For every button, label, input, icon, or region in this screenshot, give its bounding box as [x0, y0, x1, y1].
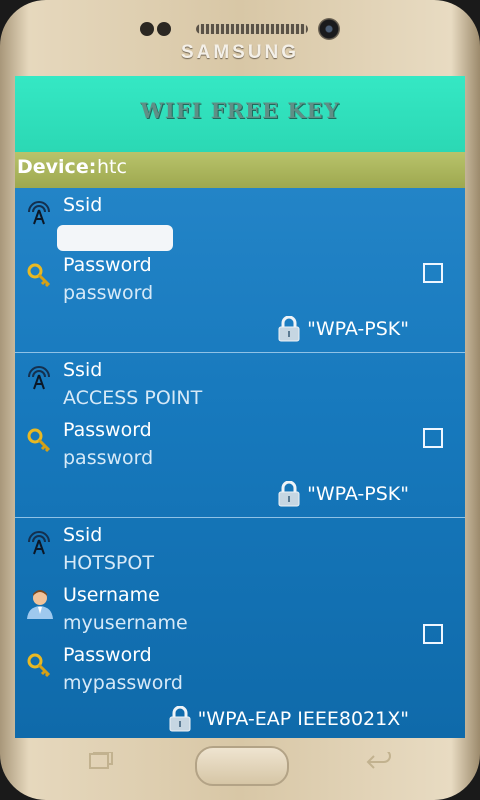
username-label: Username: [63, 584, 160, 606]
username-value: myusername: [63, 612, 188, 634]
key-icon: [27, 428, 51, 453]
security-type: "WPA-EAP IEEE8021X": [197, 708, 409, 730]
user-avatar-icon: [27, 590, 53, 619]
security-type: "WPA-PSK": [307, 483, 409, 505]
recent-apps-icon[interactable]: [88, 752, 116, 772]
sensor-dot: [157, 22, 171, 36]
wifi-tower-icon: [28, 201, 50, 225]
wifi-tower-icon: [28, 531, 50, 555]
security-row: "WPA-EAP IEEE8021X": [168, 706, 409, 732]
wifi-tower-icon: [28, 366, 50, 390]
ssid-value: ACCESS POINT: [63, 387, 203, 409]
app-screen: WIFI FREE KEY Device: htc Ssid Password …: [15, 76, 465, 738]
key-icon: [27, 263, 51, 288]
key-icon: [27, 653, 51, 678]
network-list: Ssid Password password "WPA-PSK" Ssid AC…: [15, 188, 465, 738]
lock-icon: [278, 481, 300, 507]
device-value: htc: [97, 156, 127, 178]
ssid-label: Ssid: [63, 359, 103, 381]
lock-icon: [169, 706, 191, 732]
select-checkbox[interactable]: [423, 263, 443, 283]
network-item[interactable]: Ssid HOTSPOT Username myusername Passwor…: [15, 518, 465, 738]
password-label: Password: [63, 254, 152, 276]
earpiece-speaker: [196, 24, 308, 34]
back-icon[interactable]: [364, 752, 394, 772]
device-label: Device:: [17, 156, 97, 178]
ssid-value: [57, 225, 173, 251]
network-item[interactable]: Ssid ACCESS POINT Password password "WPA…: [15, 353, 465, 518]
front-camera: [318, 18, 340, 40]
security-type: "WPA-PSK": [307, 318, 409, 340]
security-row: "WPA-PSK": [277, 481, 409, 507]
lock-icon: [278, 316, 300, 342]
sensor-dot: [140, 22, 154, 36]
phone-frame: SAMSUNG WIFI FREE KEY Device: htc Ssid P…: [0, 0, 480, 800]
network-item[interactable]: Ssid Password password "WPA-PSK": [15, 188, 465, 353]
app-header: WIFI FREE KEY: [15, 76, 465, 152]
select-checkbox[interactable]: [423, 428, 443, 448]
home-button[interactable]: [195, 746, 289, 786]
password-label: Password: [63, 644, 152, 666]
ssid-label: Ssid: [63, 194, 103, 216]
password-value: mypassword: [63, 672, 183, 694]
ssid-label: Ssid: [63, 524, 103, 546]
app-title: WIFI FREE KEY: [140, 98, 340, 123]
password-value: password: [63, 282, 154, 304]
security-row: "WPA-PSK": [277, 316, 409, 342]
brand-logo: SAMSUNG: [180, 42, 300, 63]
ssid-value: HOTSPOT: [63, 552, 154, 574]
select-checkbox[interactable]: [423, 624, 443, 644]
device-bar: Device: htc: [15, 152, 465, 188]
password-label: Password: [63, 419, 152, 441]
password-value: password: [63, 447, 154, 469]
